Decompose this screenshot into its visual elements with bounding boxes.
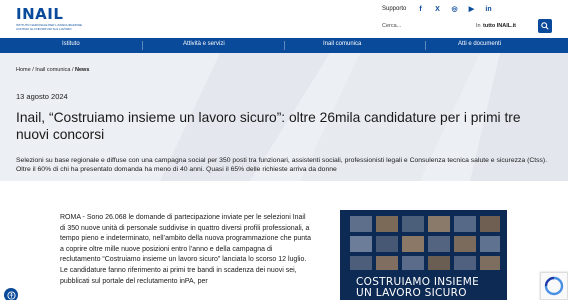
campaign-image: COSTRUIAMO INSIEME UN LAVORO SICURO — [340, 210, 507, 300]
inail-logo[interactable]: INAIL ISTITUTO NAZIONALE PER L'ASSICURAZ… — [16, 5, 86, 31]
nav-attivita-servizi[interactable]: Attività e servizi — [183, 41, 225, 47]
nav-divider — [142, 41, 143, 50]
logo-subtitle: ISTITUTO NAZIONALE PER L'ASSICURAZIONE C… — [16, 23, 83, 31]
breadcrumb-home[interactable]: Home — [16, 67, 31, 73]
facebook-icon[interactable]: f — [412, 3, 429, 15]
main-nav: Istituto Attività e servizi Inail comuni… — [0, 38, 568, 53]
nav-atti-documenti[interactable]: Atti e documenti — [458, 41, 501, 47]
recaptcha-badge[interactable] — [540, 272, 568, 300]
search-button[interactable] — [538, 19, 552, 33]
recaptcha-icon — [544, 276, 564, 296]
linkedin-icon[interactable]: in — [480, 3, 497, 15]
support-link[interactable]: Supporto — [382, 6, 406, 12]
top-bar: INAIL ISTITUTO NAZIONALE PER L'ASSICURAZ… — [0, 0, 568, 38]
youtube-icon[interactable]: ▶ — [463, 3, 480, 15]
nav-inail-comunica[interactable]: Inail comunica — [323, 41, 361, 47]
article-subtitle: Selezioni su base regionale e diffuse co… — [16, 157, 548, 174]
breadcrumb: Home / Inail comunica / News — [16, 67, 89, 73]
accessibility-button[interactable] — [4, 288, 18, 300]
accessibility-icon — [6, 290, 16, 300]
search-in-label: In — [476, 23, 481, 29]
instagram-icon[interactable]: ◎ — [446, 3, 463, 15]
social-links: f X ◎ ▶ in — [412, 3, 497, 15]
search-icon — [541, 22, 549, 30]
nav-divider — [284, 41, 285, 50]
search-input[interactable]: Cerca... — [382, 23, 401, 29]
article-title: Inail, “Costruiamo insieme un lavoro sic… — [16, 110, 521, 142]
campaign-title: COSTRUIAMO INSIEME UN LAVORO SICURO — [356, 277, 479, 299]
x-icon[interactable]: X — [429, 3, 446, 15]
search-scope-select[interactable]: tutto INAIL.it — [483, 23, 516, 29]
nav-istituto[interactable]: Istituto — [62, 41, 80, 47]
article-hero: Home / Inail comunica / News 13 agosto 2… — [0, 53, 568, 181]
article-body: ROMA - Sono 26.068 le domande di parteci… — [60, 214, 311, 285]
breadcrumb-inail-comunica[interactable]: Inail comunica — [35, 67, 70, 73]
logo-wordmark: INAIL — [16, 5, 64, 23]
campaign-title-line-2: UN LAVORO SICURO — [356, 287, 467, 299]
breadcrumb-current: News — [75, 67, 90, 73]
nav-divider — [425, 41, 426, 50]
article-date: 13 agosto 2024 — [16, 92, 68, 101]
